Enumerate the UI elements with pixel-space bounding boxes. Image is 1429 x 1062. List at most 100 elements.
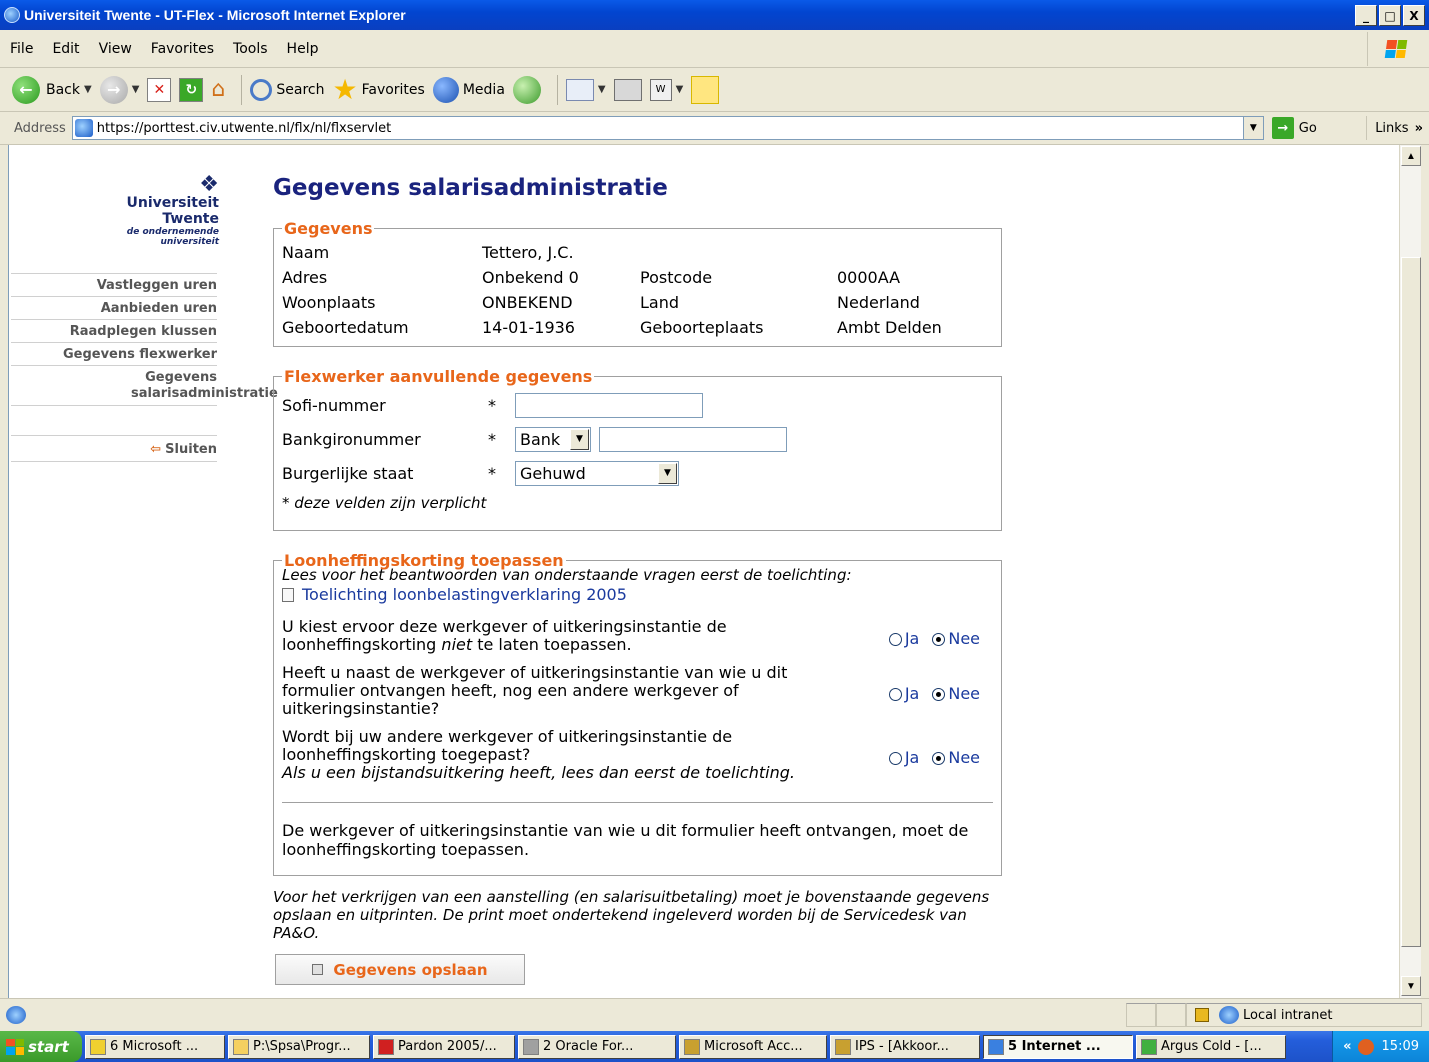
task-oracle-forms[interactable]: 2 Oracle For... [518,1034,676,1059]
sidebar-item-gegevens-flexwerker[interactable]: Gegevens flexwerker [11,342,217,365]
close-window-button[interactable]: X [1403,5,1425,26]
staat-label: Burgerlijke staat [282,463,414,483]
edit-button[interactable]: W ▼ [649,78,684,101]
postcode-value: 0000AA [837,268,901,287]
address-url: https://porttest.civ.utwente.nl/flx/nl/f… [96,120,392,136]
aanvullend-legend: Flexwerker aanvullende gegevens [284,367,593,386]
task-label: Pardon 2005/... [398,1039,497,1054]
question-1-emphasis: niet [441,635,473,654]
edit-dropdown-icon[interactable]: ▼ [676,84,684,95]
mail-dropdown-icon[interactable]: ▼ [598,84,606,95]
scrollbar-thumb[interactable] [1401,257,1421,947]
toelichting-link[interactable]: Toelichting loonbelastingverklaring 2005 [282,585,993,604]
logo-title: Universiteit Twente [126,195,219,227]
pdf-icon [378,1038,394,1055]
links-button[interactable]: Links » [1366,116,1423,140]
geboorteplaats-value: Ambt Delden [837,318,942,337]
forward-button[interactable]: → ▼ [99,75,140,104]
q2-ja-radio[interactable] [888,687,902,701]
menu-favorites[interactable]: Favorites [151,41,214,57]
stop-button[interactable]: ✕ [147,77,172,102]
print-button[interactable] [613,78,642,101]
go-label: Go [1298,120,1317,136]
sidebar-item-vastleggen-uren[interactable]: Vastleggen uren [11,273,217,296]
task-explorer[interactable]: P:\Spsa\Progr... [228,1034,370,1059]
media-button[interactable]: Media [432,76,505,103]
search-button[interactable]: Search [250,78,324,101]
favorites-button[interactable]: ★ Favorites [332,75,424,104]
task-microsoft-outlook[interactable]: 6 Microsoft ... [85,1034,225,1059]
q1-nee-radio[interactable] [932,632,946,646]
refresh-button[interactable]: ↻ [179,77,204,102]
logout-icon: ⇦ [150,442,162,457]
minimize-button[interactable]: _ [1355,5,1377,26]
media-label: Media [462,81,505,98]
address-input[interactable]: https://porttest.civ.utwente.nl/flx/nl/f… [71,116,1264,140]
discuss-button[interactable] [691,75,720,104]
folder-icon [233,1038,249,1055]
argus-icon [1141,1038,1157,1055]
sidebar-item-gegevens-salarisadministratie[interactable]: Gegevens salarisadministratie [11,365,278,405]
ie-icon [988,1038,1004,1055]
q3-nee-radio[interactable] [932,751,946,765]
q2-nee-radio[interactable] [932,687,946,701]
tray-expand-icon[interactable]: « [1343,1039,1351,1054]
footnote: Voor het verkrijgen van een aanstelling … [273,888,990,942]
forward-arrow-icon: → [99,75,128,104]
task-pardon[interactable]: Pardon 2005/... [373,1034,515,1059]
scroll-up-icon[interactable]: ▲ [1401,146,1421,166]
start-button[interactable]: start [0,1031,82,1062]
go-button[interactable]: → Go [1271,117,1317,139]
question-2: Heeft u naast de werkgever of uitkerings… [282,664,993,718]
burgerlijke-staat-select[interactable]: Gehuwd ▼ [515,460,679,486]
home-button[interactable]: ⌂ [211,77,225,102]
geboortedatum-value: 14-01-1936 [482,318,575,337]
history-icon [512,75,541,104]
ut-logo[interactable]: ❖ Universiteit Twente de ondernemende un… [69,173,219,248]
q1-ja-radio[interactable] [888,632,902,646]
task-microsoft-access[interactable]: Microsoft Acc... [679,1034,827,1059]
menu-edit[interactable]: Edit [52,41,79,57]
naam-label: Naam [282,243,330,262]
q3-ja-radio[interactable] [888,751,902,765]
vertical-scrollbar[interactable]: ▲ ▼ [1399,145,1421,998]
refresh-icon: ↻ [179,77,204,102]
network-icon[interactable] [1357,1038,1374,1055]
forward-dropdown-icon[interactable]: ▼ [132,84,140,95]
sofi-input[interactable] [515,392,703,418]
mail-icon [565,78,594,101]
back-dropdown-icon[interactable]: ▼ [84,84,92,95]
chevron-down-icon: ▼ [570,428,589,450]
staat-row: Burgerlijke staat * Gehuwd ▼ [282,456,993,490]
mail-button[interactable]: ▼ [565,78,606,101]
sidebar-item-aanbieden-uren[interactable]: Aanbieden uren [11,296,217,319]
bank-number-input[interactable] [599,426,787,452]
maximize-button[interactable]: □ [1379,5,1401,26]
ie-status-icon [6,1006,26,1024]
required-mark: * [488,463,496,483]
naam-value: Tettero, J.C. [482,243,574,262]
toolbar-separator [241,74,243,105]
task-argus-cold[interactable]: Argus Cold - [... [1136,1034,1286,1059]
menu-tools[interactable]: Tools [233,41,268,57]
sidebar-item-raadplegen-klussen[interactable]: Raadplegen klussen [11,319,217,342]
save-button[interactable]: Gegevens opslaan [275,954,525,985]
menu-help[interactable]: Help [287,41,319,57]
land-value: Nederland [837,293,920,312]
stop-icon: ✕ [147,77,172,102]
bank-row: Bankgironummer * Bank ▼ [282,422,993,456]
back-button[interactable]: ← Back ▼ [12,75,92,104]
address-dropdown-icon[interactable]: ▼ [1242,117,1263,139]
task-ips[interactable]: IPS - [Akkoor... [830,1034,980,1059]
menu-file[interactable]: File [10,41,33,57]
scroll-down-icon[interactable]: ▼ [1401,976,1421,996]
window-title-bar[interactable]: Universiteit Twente - UT-Flex - Microsof… [0,0,1429,30]
question-1-text: U kiest ervoor deze werkgever of uitkeri… [282,618,862,654]
menu-view[interactable]: View [99,41,132,57]
sidebar-item-sluiten[interactable]: ⇦ Sluiten [11,435,217,462]
bank-type-select[interactable]: Bank ▼ [515,426,591,452]
search-icon [250,78,273,101]
task-internet-explorer[interactable]: 5 Internet ... [983,1034,1133,1059]
history-button[interactable] [512,75,541,104]
status-progress-cell [1126,1003,1156,1027]
